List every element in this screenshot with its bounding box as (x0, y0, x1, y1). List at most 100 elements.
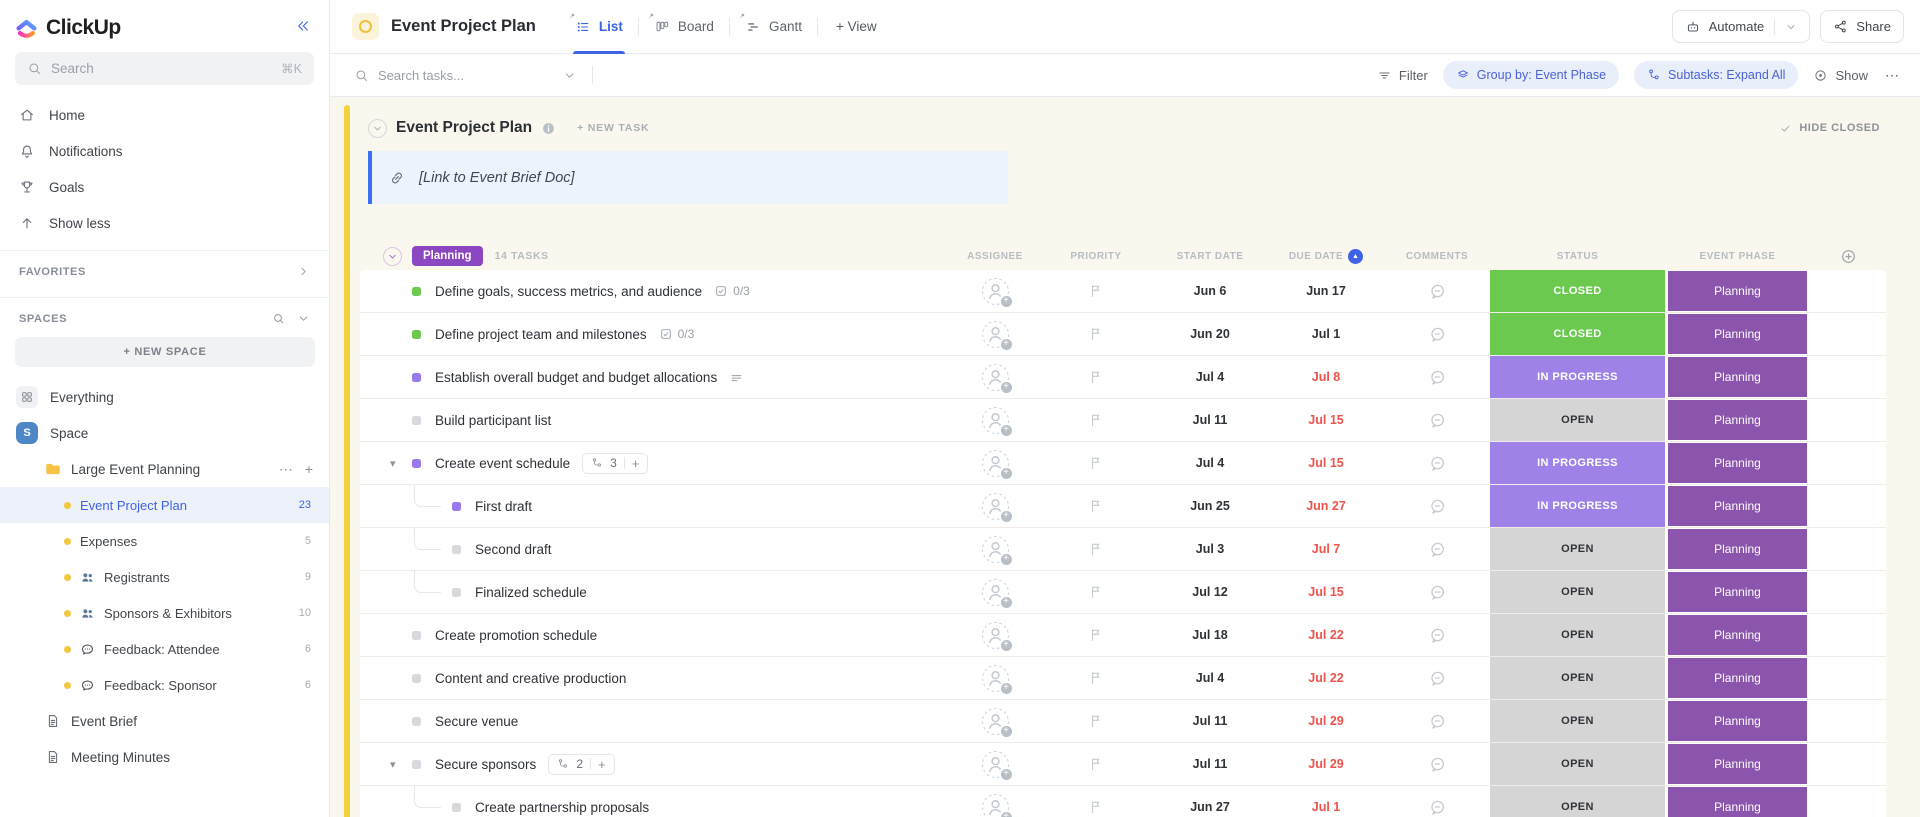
table-row[interactable]: ▾ Create event schedule 3 + + Jul 4 Jul … (360, 442, 1886, 485)
due-date[interactable]: Jul 15 (1268, 442, 1384, 484)
sidebar-list-item[interactable]: Registrants 9 (0, 559, 329, 595)
phase-cell[interactable]: Planning (1665, 356, 1810, 398)
phase-cell[interactable]: Planning (1665, 786, 1810, 817)
table-row[interactable]: Define project team and milestones 0/3 +… (360, 313, 1886, 356)
group-status-pill[interactable]: Planning (412, 246, 483, 266)
status-cell[interactable]: OPEN (1490, 786, 1665, 817)
sidebar-item-goals[interactable]: Goals (0, 169, 329, 205)
task-name[interactable]: Create event schedule (435, 456, 570, 471)
due-date[interactable]: Jul 29 (1268, 743, 1384, 785)
task-name[interactable]: Define goals, success metrics, and audie… (435, 284, 702, 299)
status-cell[interactable]: IN PROGRESS (1490, 485, 1665, 527)
status-cell[interactable]: CLOSED (1490, 270, 1665, 312)
assignee-avatar[interactable]: + (981, 707, 1013, 738)
status-cell[interactable]: OPEN (1490, 657, 1665, 699)
task-name[interactable]: First draft (475, 499, 532, 514)
sidebar-list-item[interactable]: Feedback: Attendee 6 (0, 631, 329, 667)
assignee-cell[interactable]: + (950, 399, 1040, 441)
comments-cell[interactable] (1384, 700, 1490, 742)
filter-button[interactable]: Filter (1377, 68, 1428, 83)
status-cell[interactable]: OPEN (1490, 700, 1665, 742)
start-date[interactable]: Jun 25 (1152, 485, 1268, 527)
assignee-cell[interactable]: + (950, 571, 1040, 613)
checklist-badge[interactable]: 0/3 (659, 327, 694, 341)
phase-cell[interactable]: Planning (1665, 313, 1810, 355)
section-collapse-button[interactable] (368, 118, 387, 138)
assignee-avatar[interactable]: + (981, 578, 1013, 609)
assignee-cell[interactable]: + (950, 657, 1040, 699)
table-row[interactable]: Create partnership proposals + Jun 27 Ju… (360, 786, 1886, 817)
phase-cell[interactable]: Planning (1665, 571, 1810, 613)
due-date[interactable]: Jul 1 (1268, 786, 1384, 817)
phase-cell[interactable]: Planning (1665, 700, 1810, 742)
task-search-input[interactable]: Search tasks... (354, 68, 576, 83)
start-date[interactable]: Jun 27 (1152, 786, 1268, 817)
due-date[interactable]: Jul 8 (1268, 356, 1384, 398)
start-date[interactable]: Jun 20 (1152, 313, 1268, 355)
spaces-section-header[interactable]: SPACES (0, 298, 329, 335)
sidebar-list-item[interactable]: Feedback: Sponsor 6 (0, 667, 329, 703)
task-status-square-icon[interactable] (452, 501, 461, 511)
add-subtask-button[interactable]: + (632, 456, 640, 471)
assignee-cell[interactable]: + (950, 528, 1040, 570)
folder-add-icon[interactable]: + (305, 461, 313, 478)
comments-cell[interactable] (1384, 485, 1490, 527)
priority-cell[interactable] (1040, 700, 1152, 742)
sidebar-search[interactable]: Search ⌘K (15, 52, 314, 85)
sidebar-doc-item[interactable]: Meeting Minutes (0, 739, 329, 775)
comments-cell[interactable] (1384, 743, 1490, 785)
start-date[interactable]: Jul 4 (1152, 442, 1268, 484)
priority-cell[interactable] (1040, 356, 1152, 398)
priority-cell[interactable] (1040, 528, 1152, 570)
assignee-cell[interactable]: + (950, 270, 1040, 312)
due-date[interactable]: Jul 1 (1268, 313, 1384, 355)
column-header-priority[interactable]: PRIORITY (1040, 251, 1152, 262)
status-cell[interactable]: OPEN (1490, 528, 1665, 570)
assignee-avatar[interactable]: + (981, 406, 1013, 437)
due-date[interactable]: Jul 22 (1268, 657, 1384, 699)
task-status-square-icon[interactable] (412, 372, 421, 382)
assignee-cell[interactable]: + (950, 442, 1040, 484)
share-button[interactable]: Share (1820, 10, 1904, 43)
chevron-down-icon[interactable] (563, 69, 576, 82)
chevron-down-icon[interactable] (1785, 21, 1797, 33)
phase-cell[interactable]: Planning (1665, 657, 1810, 699)
assignee-avatar[interactable]: + (981, 277, 1013, 308)
task-status-square-icon[interactable] (452, 587, 461, 597)
start-date[interactable]: Jun 6 (1152, 270, 1268, 312)
new-space-button[interactable]: + NEW SPACE (15, 337, 315, 367)
sidebar-item-everything[interactable]: Everything (0, 379, 329, 415)
comments-cell[interactable] (1384, 571, 1490, 613)
due-date[interactable]: Jul 22 (1268, 614, 1384, 656)
due-date[interactable]: Jul 7 (1268, 528, 1384, 570)
sidebar-item-home[interactable]: Home (0, 97, 329, 133)
task-name[interactable]: Create partnership proposals (475, 800, 649, 815)
table-row[interactable]: Finalized schedule + Jul 12 Jul 15 OPEN … (360, 571, 1886, 614)
sort-asc-badge[interactable]: ▲ (1348, 248, 1364, 264)
sidebar-list-item[interactable]: Sponsors & Exhibitors 10 (0, 595, 329, 631)
favorites-section-header[interactable]: FAVORITES (0, 251, 329, 288)
due-date[interactable]: Jul 15 (1268, 571, 1384, 613)
expand-toggle[interactable]: ▾ (390, 758, 412, 771)
column-header-comments[interactable]: COMMENTS (1384, 251, 1490, 262)
due-date[interactable]: Jul 15 (1268, 399, 1384, 441)
tab-gantt[interactable]: Gantt (730, 0, 817, 53)
phase-cell[interactable]: Planning (1665, 485, 1810, 527)
column-header-start-date[interactable]: START DATE (1152, 251, 1268, 262)
show-button[interactable]: Show (1813, 68, 1868, 83)
add-view-button[interactable]: + View (818, 0, 895, 53)
sidebar-item-notifications[interactable]: Notifications (0, 133, 329, 169)
task-name[interactable]: Finalized schedule (475, 585, 587, 600)
assignee-avatar[interactable]: + (981, 363, 1013, 394)
task-status-square-icon[interactable] (412, 759, 421, 769)
info-icon[interactable] (541, 121, 556, 136)
assignee-cell[interactable]: + (950, 313, 1040, 355)
status-cell[interactable]: CLOSED (1490, 313, 1665, 355)
start-date[interactable]: Jul 11 (1152, 700, 1268, 742)
priority-cell[interactable] (1040, 614, 1152, 656)
task-name[interactable]: Secure sponsors (435, 757, 536, 772)
phase-cell[interactable]: Planning (1665, 614, 1810, 656)
tab-list[interactable]: List (560, 0, 638, 54)
subtask-count-badge[interactable]: 3 + (582, 452, 649, 474)
sidebar-folder-large-event-planning[interactable]: Large Event Planning ⋯ + (0, 451, 329, 487)
